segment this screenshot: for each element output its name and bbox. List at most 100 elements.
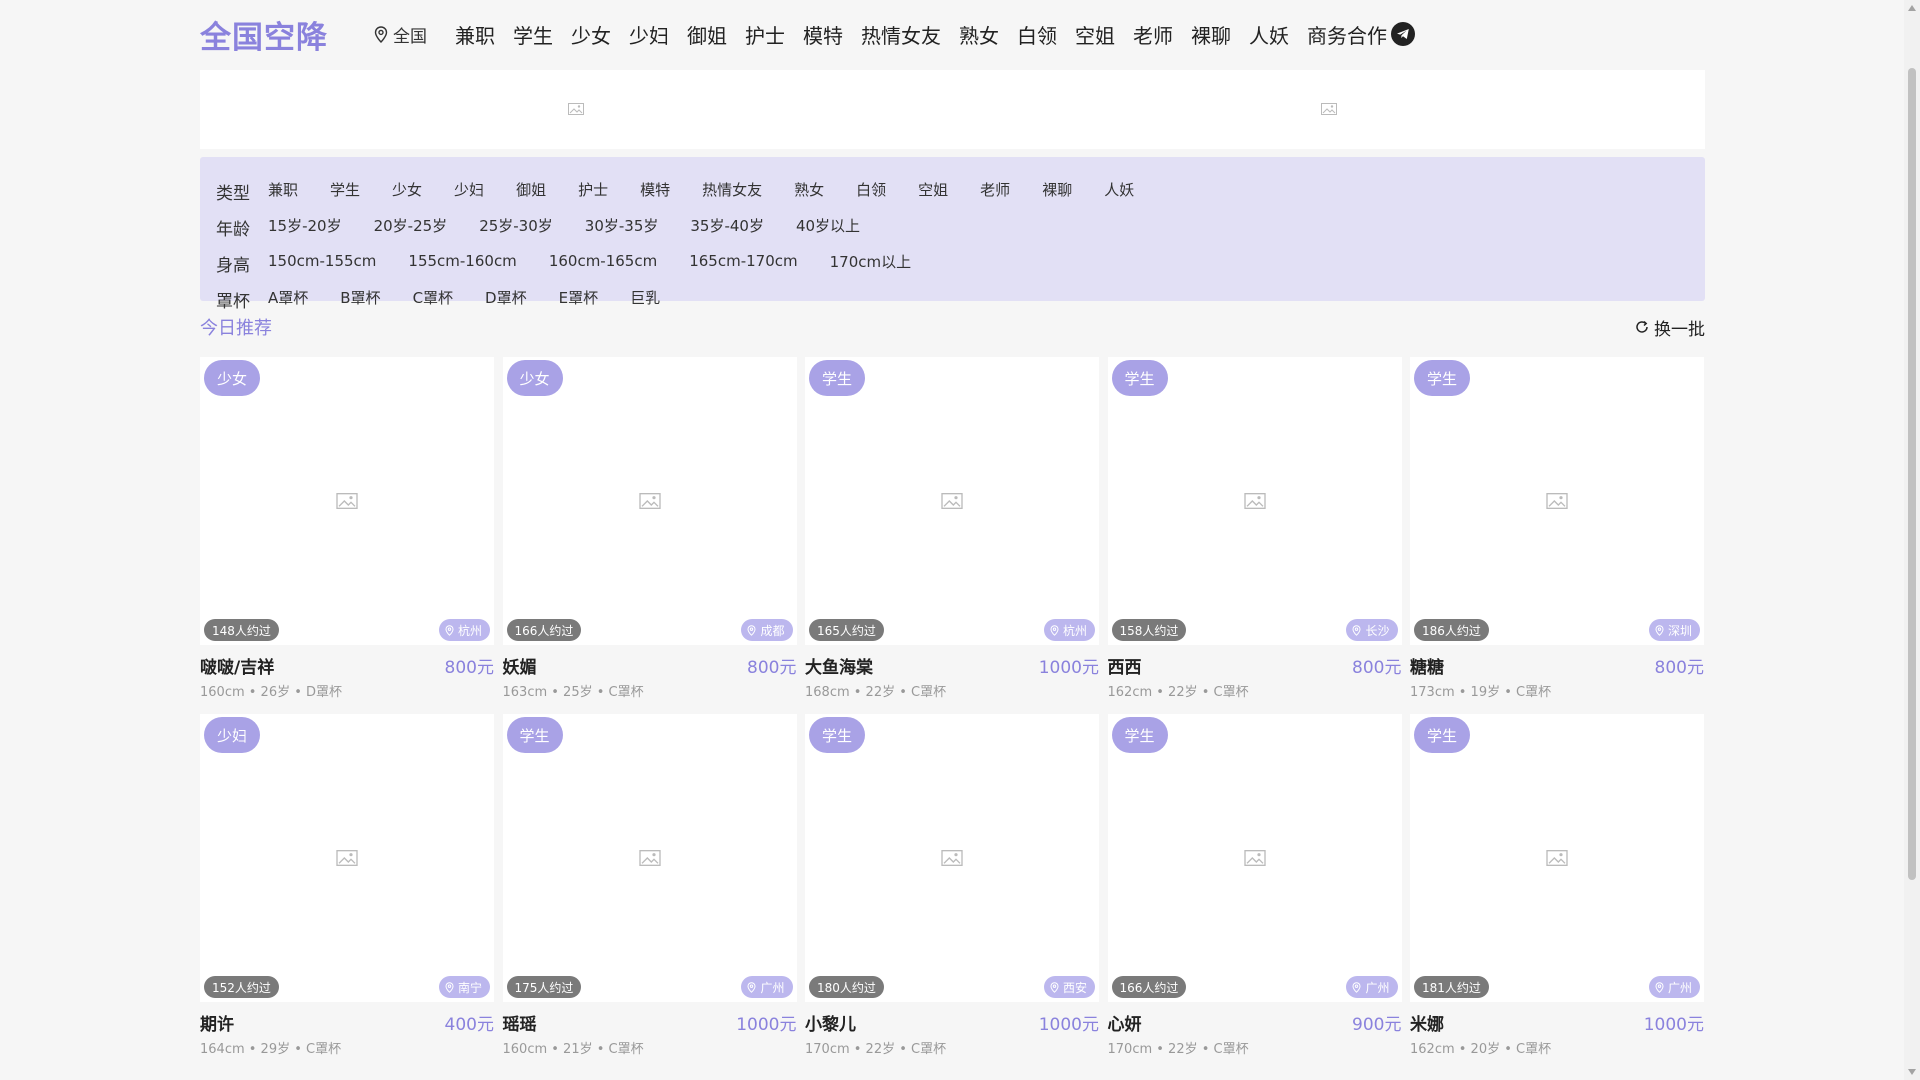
nav-item[interactable]: 裸聊 <box>1191 20 1231 49</box>
profile-card[interactable]: 学生 180人约过 西安 小黎儿 1000元 170cm • 22岁 • C罩杯 <box>805 714 1099 1057</box>
filter-option[interactable]: C罩杯 <box>413 287 453 308</box>
filter-option[interactable]: 少妇 <box>454 179 484 200</box>
category-tag: 少妇 <box>204 717 261 753</box>
filter-option[interactable]: 165cm-170cm <box>689 252 797 270</box>
profile-card[interactable]: 少女 166人约过 成都 妖媚 800元 163cm • 25岁 • C罩杯 <box>502 357 797 700</box>
card-title-row: 妖媚 800元 <box>503 653 797 678</box>
profile-card[interactable]: 学生 175人约过 广州 瑶瑶 1000元 160cm • 21岁 • C罩杯 <box>502 714 797 1057</box>
image-placeholder-icon <box>1243 850 1266 866</box>
nav-item[interactable]: 模特 <box>803 20 843 49</box>
profile-name[interactable]: 米娜 <box>1410 1010 1444 1035</box>
nav-item[interactable]: 白领 <box>1017 20 1057 49</box>
scroll-up-arrow-icon[interactable] <box>1908 5 1916 11</box>
profile-name[interactable]: 瑶瑶 <box>503 1010 537 1035</box>
filter-option[interactable]: 裸聊 <box>1042 179 1072 200</box>
profile-card[interactable]: 学生 166人约过 广州 心妍 900元 170cm • 22岁 • C罩杯 <box>1107 714 1402 1057</box>
nav-item[interactable]: 御姐 <box>687 20 727 49</box>
nav-item[interactable]: 空姐 <box>1075 20 1115 49</box>
filter-option[interactable]: 护士 <box>578 179 608 200</box>
filter-option[interactable]: E罩杯 <box>559 287 598 308</box>
filter-option[interactable]: B罩杯 <box>340 287 380 308</box>
profile-meta: 170cm • 22岁 • C罩杯 <box>805 1042 947 1057</box>
filter-option[interactable]: 巨乳 <box>630 287 660 308</box>
filter-option[interactable]: 155cm-160cm <box>408 252 516 270</box>
filter-option[interactable]: 20岁-25岁 <box>374 215 448 236</box>
profile-photo[interactable]: 学生 166人约过 广州 <box>1107 714 1402 1002</box>
booked-count-badge: 181人约过 <box>1414 976 1489 998</box>
profile-grid: 少女 148人约过 杭州 啵啵/吉祥 800元 160cm • 26岁 • D罩杯 少女 16… <box>200 357 1705 1057</box>
nav-item[interactable]: 热情女友 <box>861 20 941 49</box>
profile-photo[interactable]: 学生 181人约过 广州 <box>1410 714 1704 1002</box>
location-label: 全国 <box>393 26 427 47</box>
nav-item[interactable]: 人妖 <box>1249 20 1289 49</box>
profile-name[interactable]: 小黎儿 <box>805 1010 856 1035</box>
filter-option[interactable]: 160cm-165cm <box>549 252 657 270</box>
profile-name[interactable]: 心妍 <box>1108 1010 1142 1035</box>
profile-card[interactable]: 学生 158人约过 长沙 西西 800元 162cm • 22岁 • C罩杯 <box>1107 357 1402 700</box>
scroll-down-arrow-icon[interactable] <box>1908 1069 1916 1075</box>
nav-item[interactable]: 护士 <box>745 20 785 49</box>
profile-photo[interactable]: 学生 165人约过 杭州 <box>805 357 1099 645</box>
filter-option[interactable]: 熟女 <box>794 179 824 200</box>
filter-option[interactable]: 15岁-20岁 <box>268 215 342 236</box>
filter-option[interactable]: 30岁-35岁 <box>585 215 659 236</box>
nav-item[interactable]: 学生 <box>513 20 553 49</box>
refresh-button[interactable]: 换一批 <box>1635 315 1705 340</box>
profile-card[interactable]: 学生 181人约过 广州 米娜 1000元 162cm • 20岁 • C罩杯 <box>1410 714 1704 1057</box>
filter-option[interactable]: D罩杯 <box>485 287 527 308</box>
profile-card[interactable]: 学生 165人约过 杭州 大鱼海棠 1000元 168cm • 22岁 • C罩杯 <box>805 357 1099 700</box>
profile-card[interactable]: 少妇 152人约过 南宁 期许 400元 164cm • 29岁 • C罩杯 <box>200 714 494 1057</box>
image-placeholder-icon <box>638 493 661 509</box>
banner-ads[interactable] <box>200 70 1705 149</box>
category-tag: 学生 <box>809 717 866 753</box>
filter-option[interactable]: 空姐 <box>918 179 948 200</box>
profile-name[interactable]: 西西 <box>1108 653 1142 678</box>
image-placeholder-icon <box>1546 850 1568 866</box>
profile-name[interactable]: 糖糖 <box>1410 653 1444 678</box>
profile-photo[interactable]: 学生 158人约过 长沙 <box>1107 357 1402 645</box>
nav-item[interactable]: 熟女 <box>959 20 999 49</box>
profile-name[interactable]: 啵啵/吉祥 <box>200 653 274 678</box>
profile-photo[interactable]: 少女 166人约过 成都 <box>502 357 797 645</box>
filter-option[interactable]: 35岁-40岁 <box>690 215 764 236</box>
filter-option[interactable]: 热情女友 <box>702 179 762 200</box>
filter-option[interactable]: 25岁-30岁 <box>479 215 553 236</box>
filter-option[interactable]: 学生 <box>330 179 360 200</box>
profile-photo[interactable]: 学生 175人约过 广州 <box>502 714 797 1002</box>
city-badge: 西安 <box>1043 976 1095 998</box>
image-placeholder-icon <box>941 850 963 866</box>
site-logo[interactable]: 全国空降 <box>200 12 328 57</box>
profile-photo[interactable]: 学生 180人约过 西安 <box>805 714 1099 1002</box>
filter-option[interactable]: 兼职 <box>268 179 298 200</box>
profile-photo[interactable]: 少女 148人约过 杭州 <box>200 357 494 645</box>
location-pin-icon <box>747 624 756 636</box>
profile-card[interactable]: 少女 148人约过 杭州 啵啵/吉祥 800元 160cm • 26岁 • D罩杯 <box>200 357 494 700</box>
filter-option[interactable]: 少女 <box>392 179 422 200</box>
profile-name[interactable]: 期许 <box>200 1010 234 1035</box>
filter-option[interactable]: 170cm以上 <box>830 251 912 272</box>
profile-card[interactable]: 学生 186人约过 深圳 糖糖 800元 173cm • 19岁 • C罩杯 <box>1410 357 1704 700</box>
profile-name[interactable]: 大鱼海棠 <box>805 653 873 678</box>
business-link[interactable]: 商务合作 <box>1307 20 1415 49</box>
filter-option[interactable]: 白领 <box>856 179 886 200</box>
nav-item[interactable]: 少妇 <box>629 20 669 49</box>
profile-photo[interactable]: 少妇 152人约过 南宁 <box>200 714 494 1002</box>
nav-item[interactable]: 兼职 <box>455 20 495 49</box>
nav-item[interactable]: 老师 <box>1133 20 1173 49</box>
filter-option[interactable]: 老师 <box>980 179 1010 200</box>
scrollbar-thumb[interactable] <box>1908 68 1916 880</box>
filter-option[interactable]: 150cm-155cm <box>268 252 376 270</box>
profile-meta: 168cm • 22岁 • C罩杯 <box>805 685 947 700</box>
filter-option[interactable]: A罩杯 <box>268 287 308 308</box>
profile-photo[interactable]: 学生 186人约过 深圳 <box>1410 357 1704 645</box>
filter-option[interactable]: 模特 <box>640 179 670 200</box>
scrollbar[interactable] <box>1904 0 1920 1080</box>
profile-name[interactable]: 妖媚 <box>503 653 537 678</box>
filter-option[interactable]: 40岁以上 <box>796 215 860 236</box>
filter-option[interactable]: 御姐 <box>516 179 546 200</box>
filter-option[interactable]: 人妖 <box>1104 179 1134 200</box>
location-selector[interactable]: 全国 <box>374 22 427 47</box>
nav-item[interactable]: 少女 <box>571 20 611 49</box>
card-title-row: 心妍 900元 <box>1108 1010 1402 1035</box>
city-badge: 杭州 <box>1043 619 1095 641</box>
